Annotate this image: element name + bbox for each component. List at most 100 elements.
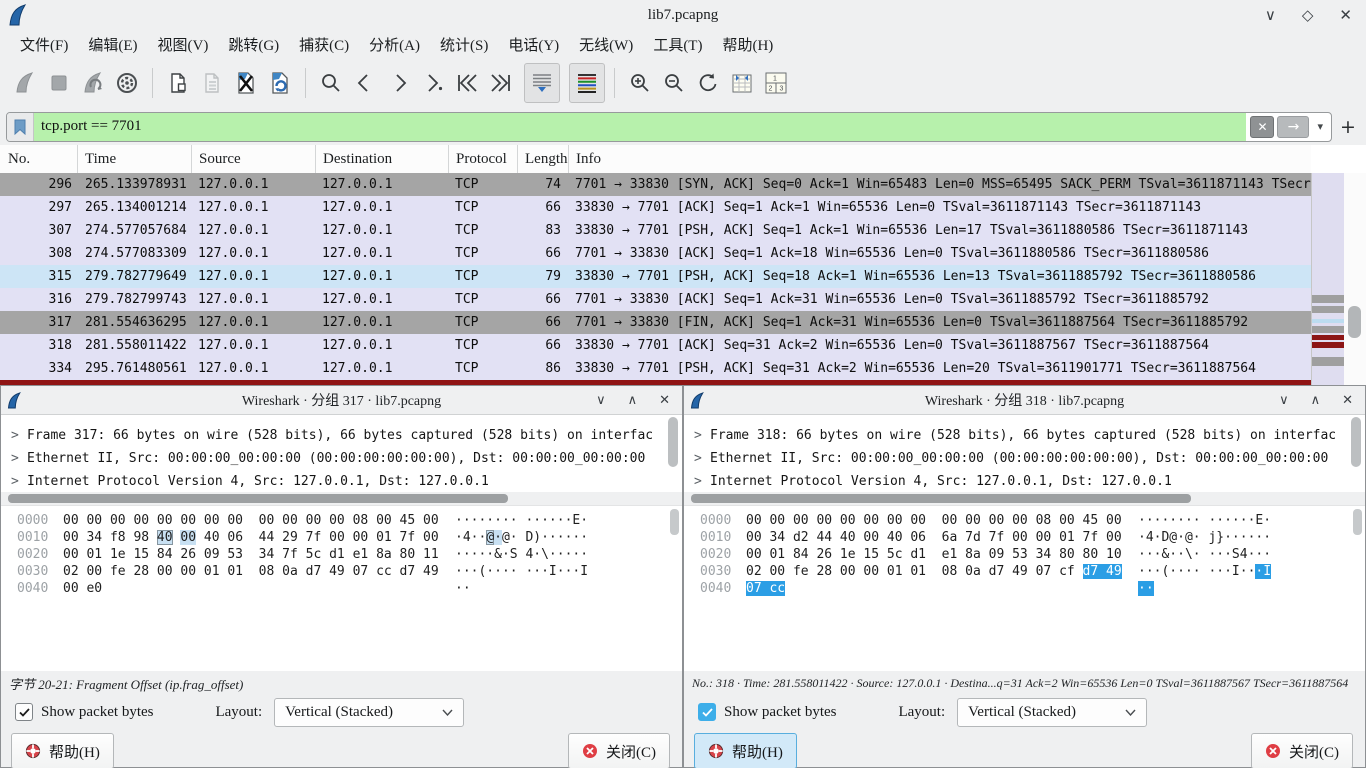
restore-icon[interactable]: ∧ [628, 393, 638, 408]
close-icon[interactable]: ✕ [1342, 393, 1353, 408]
packet-row[interactable]: 307 274.577057684 127.0.0.1 127.0.0.1 TC… [0, 219, 1311, 242]
go-to-packet-icon[interactable] [417, 65, 449, 101]
menu-item[interactable]: 视图(V) [148, 32, 219, 57]
close-button[interactable]: 关闭(C) [568, 733, 670, 768]
colorize-toggle[interactable] [569, 63, 605, 103]
tree-vertical-scrollbar[interactable] [1351, 417, 1363, 489]
menu-item[interactable]: 编辑(E) [78, 32, 147, 57]
display-filter-bar[interactable]: tcp.port == 7701 ✕ → ▾ [6, 112, 1332, 142]
tree-row-frame[interactable]: >Frame 317: 66 bytes on wire (528 bits),… [1, 424, 682, 447]
tree-row-frame[interactable]: >Frame 318: 66 bytes on wire (528 bits),… [684, 424, 1365, 447]
find-packet-icon[interactable] [315, 65, 347, 101]
tree-horizontal-scrollbar[interactable] [1, 492, 682, 505]
column-header-protocol[interactable]: Protocol [449, 145, 518, 173]
layout-select[interactable]: Vertical (Stacked) [274, 698, 464, 727]
layout-select[interactable]: Vertical (Stacked) [957, 698, 1147, 727]
menu-item[interactable]: 帮助(H) [712, 32, 783, 57]
menu-item[interactable]: 无线(W) [569, 32, 643, 57]
zoom-in-icon[interactable] [624, 65, 656, 101]
menu-item[interactable]: 工具(T) [643, 32, 712, 57]
last-packet-icon[interactable] [485, 65, 517, 101]
tree-horizontal-scrollbar[interactable] [684, 492, 1365, 505]
expand-arrow-icon[interactable]: > [11, 424, 27, 447]
minimize-icon[interactable]: ∨ [596, 393, 606, 408]
go-back-icon[interactable] [349, 65, 381, 101]
minimize-icon[interactable]: ∨ [1265, 6, 1276, 24]
expand-arrow-icon[interactable]: > [11, 470, 27, 492]
show-packet-bytes-checkbox[interactable] [698, 703, 716, 721]
close-button[interactable]: 关闭(C) [1251, 733, 1353, 768]
help-button[interactable]: 帮助(H) [694, 733, 797, 768]
reload-file-icon[interactable] [264, 65, 296, 101]
show-packet-bytes-checkbox[interactable] [15, 703, 33, 721]
expand-arrow-icon[interactable]: > [11, 447, 27, 470]
hex-vertical-scrollbar[interactable] [670, 509, 680, 669]
hex-dump-pane[interactable]: 000000 00 00 00 00 00 00 00 00 00 00 00 … [1, 505, 682, 671]
column-header-info[interactable]: Info [569, 145, 1311, 173]
column-header-time[interactable]: Time [78, 145, 192, 173]
column-header-source[interactable]: Source [192, 145, 316, 173]
menu-item[interactable]: 电话(Y) [498, 32, 569, 57]
menu-item[interactable]: 文件(F) [10, 32, 78, 57]
packet-row[interactable]: 315 279.782779649 127.0.0.1 127.0.0.1 TC… [0, 265, 1311, 288]
hex-dump-pane[interactable]: 000000 00 00 00 00 00 00 00 00 00 00 00 … [684, 505, 1365, 671]
minimize-icon[interactable]: ∨ [1279, 393, 1289, 408]
menu-item[interactable]: 统计(S) [430, 32, 498, 57]
save-file-icon[interactable] [196, 65, 228, 101]
capture-options-icon[interactable] [111, 65, 143, 101]
stop-capture-icon[interactable] [43, 65, 75, 101]
packet-row[interactable]: 316 279.782799743 127.0.0.1 127.0.0.1 TC… [0, 288, 1311, 311]
menu-item[interactable]: 跳转(G) [218, 32, 289, 57]
expand-arrow-icon[interactable]: > [694, 470, 710, 492]
tree-row-ethernet[interactable]: >Ethernet II, Src: 00:00:00_00:00:00 (00… [684, 447, 1365, 470]
restart-capture-icon[interactable] [77, 65, 109, 101]
hex-vertical-scrollbar[interactable] [1353, 509, 1363, 669]
packet-row[interactable]: 318 281.558011422 127.0.0.1 127.0.0.1 TC… [0, 334, 1311, 357]
first-packet-icon[interactable] [451, 65, 483, 101]
filter-clear-button[interactable]: ✕ [1250, 116, 1274, 138]
filter-bookmark-button[interactable] [7, 113, 34, 141]
packet-row[interactable]: 297 265.134001214 127.0.0.1 127.0.0.1 TC… [0, 196, 1311, 219]
close-file-icon[interactable] [230, 65, 262, 101]
controls-row: Show packet bytes Layout: Vertical (Stac… [684, 695, 1365, 729]
auto-scroll-toggle[interactable] [524, 63, 560, 103]
packet-row[interactable]: 317 281.554636295 127.0.0.1 127.0.0.1 TC… [0, 311, 1311, 334]
filter-add-button[interactable]: + [1340, 116, 1356, 138]
go-forward-icon[interactable] [383, 65, 415, 101]
help-button[interactable]: 帮助(H) [11, 733, 114, 768]
expand-arrow-icon[interactable]: > [694, 424, 710, 447]
packet-list-scrollbar[interactable] [1344, 173, 1366, 385]
column-header-length[interactable]: Length [518, 145, 569, 173]
zoom-reset-icon[interactable] [692, 65, 724, 101]
column-header-no[interactable]: No. [0, 145, 78, 173]
intelligent-scrollbar-map[interactable] [1311, 173, 1345, 385]
tree-row-ip[interactable]: >Internet Protocol Version 4, Src: 127.0… [684, 470, 1365, 492]
expand-arrow-icon[interactable]: > [694, 447, 710, 470]
zoom-out-icon[interactable] [658, 65, 690, 101]
close-icon[interactable]: ✕ [1339, 6, 1352, 24]
menu-item[interactable]: 捕获(C) [289, 32, 359, 57]
filter-apply-button[interactable]: → [1277, 116, 1309, 138]
packet-row[interactable]: 334 295.761480561 127.0.0.1 127.0.0.1 TC… [0, 357, 1311, 380]
cell-length: 79 [518, 269, 569, 284]
cell-time: 279.782799743 [78, 292, 192, 307]
maximize-icon[interactable]: ◇ [1302, 6, 1314, 24]
resize-columns-icon[interactable] [726, 65, 758, 101]
display-filter-input[interactable]: tcp.port == 7701 [34, 113, 1246, 141]
scrollbar-thumb[interactable] [1348, 306, 1361, 338]
packet-detail-tree: >Frame 318: 66 bytes on wire (528 bits),… [684, 415, 1365, 492]
menu-item[interactable]: 分析(A) [359, 32, 430, 57]
tree-row-ip[interactable]: >Internet Protocol Version 4, Src: 127.0… [1, 470, 682, 492]
tree-vertical-scrollbar[interactable] [668, 417, 680, 489]
cell-length: 66 [518, 315, 569, 330]
packet-row[interactable]: 308 274.577083309 127.0.0.1 127.0.0.1 TC… [0, 242, 1311, 265]
tree-row-ethernet[interactable]: >Ethernet II, Src: 00:00:00_00:00:00 (00… [1, 447, 682, 470]
packet-row[interactable]: 296 265.133978931 127.0.0.1 127.0.0.1 TC… [0, 173, 1311, 196]
start-capture-icon[interactable] [9, 65, 41, 101]
open-file-icon[interactable] [162, 65, 194, 101]
layout-123-icon[interactable]: 123 [760, 65, 792, 101]
filter-dropdown-icon[interactable]: ▾ [1309, 120, 1331, 133]
column-header-destination[interactable]: Destination [316, 145, 449, 173]
restore-icon[interactable]: ∧ [1311, 393, 1321, 408]
close-icon[interactable]: ✕ [659, 393, 670, 408]
